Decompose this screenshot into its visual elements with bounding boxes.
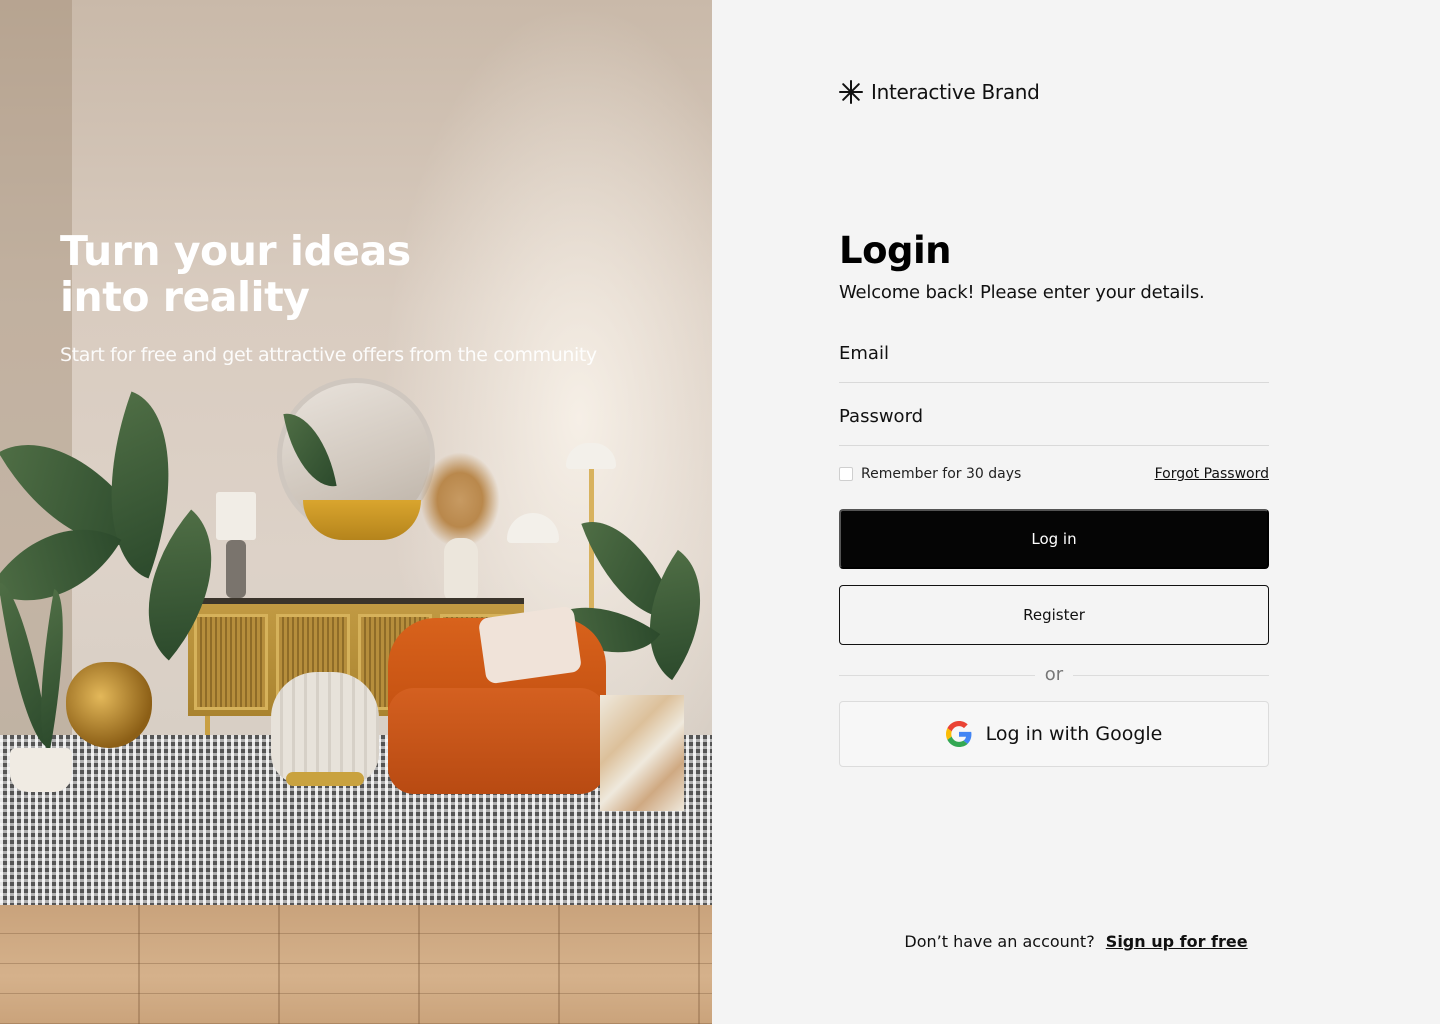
signup-prompt-text: Don’t have an account? (904, 932, 1095, 951)
register-button[interactable]: Register (839, 585, 1269, 645)
pouf (271, 672, 379, 784)
divider-line (1073, 674, 1270, 676)
signup-prompt: Don’t have an account? Sign up for free (712, 932, 1440, 951)
divider-text: or (1044, 664, 1064, 685)
remember-me[interactable]: Remember for 30 days (839, 466, 1021, 482)
forgot-password-link[interactable]: Forgot Password (1155, 466, 1269, 482)
or-divider: or (839, 664, 1270, 685)
google-button-label: Log in with Google (985, 723, 1163, 745)
remember-label: Remember for 30 days (861, 466, 1022, 482)
table-lamp-base (226, 540, 246, 598)
remember-checkbox[interactable] (839, 467, 853, 481)
pouf-base (286, 772, 364, 786)
form-options: Remember for 30 days Forgot Password (839, 464, 1269, 484)
login-panel: Interactive Brand Login Welcome back! Pl… (712, 0, 1440, 1024)
login-form: Login Welcome back! Please enter your de… (839, 229, 1270, 767)
hero-image-panel: Turn your ideas into reality Start for f… (0, 0, 712, 1024)
login-button[interactable]: Log in (839, 509, 1269, 569)
gold-planter (66, 662, 152, 748)
google-login-button[interactable]: Log in with Google (839, 701, 1269, 767)
sideboard-door (194, 614, 268, 710)
signup-link[interactable]: Sign up for free (1106, 932, 1248, 951)
password-input[interactable] (839, 398, 1269, 427)
wood-floor (0, 905, 712, 1024)
brand-logo[interactable]: Interactive Brand (839, 80, 1040, 104)
pampas-grass (420, 452, 500, 548)
table-lamp-shade (216, 492, 256, 540)
marble-pedestal (600, 695, 684, 811)
password-field-wrapper (839, 398, 1269, 446)
white-planter (10, 748, 72, 792)
email-field-wrapper (839, 335, 1269, 383)
cushion (477, 605, 583, 685)
page-subtitle: Welcome back! Please enter your details. (839, 282, 1205, 303)
white-vase (444, 538, 478, 602)
hero-subtitle: Start for free and get attractive offers… (60, 344, 597, 366)
asterisk-icon (839, 80, 863, 104)
page-title: Login (839, 229, 952, 272)
google-icon (945, 721, 972, 747)
brand-name: Interactive Brand (871, 80, 1040, 104)
armchair-seat (388, 688, 606, 794)
email-input[interactable] (839, 335, 1269, 364)
divider-line (839, 674, 1035, 676)
hero-text: Turn your ideas into reality Start for f… (60, 228, 660, 366)
hero-title: Turn your ideas into reality (60, 227, 411, 321)
